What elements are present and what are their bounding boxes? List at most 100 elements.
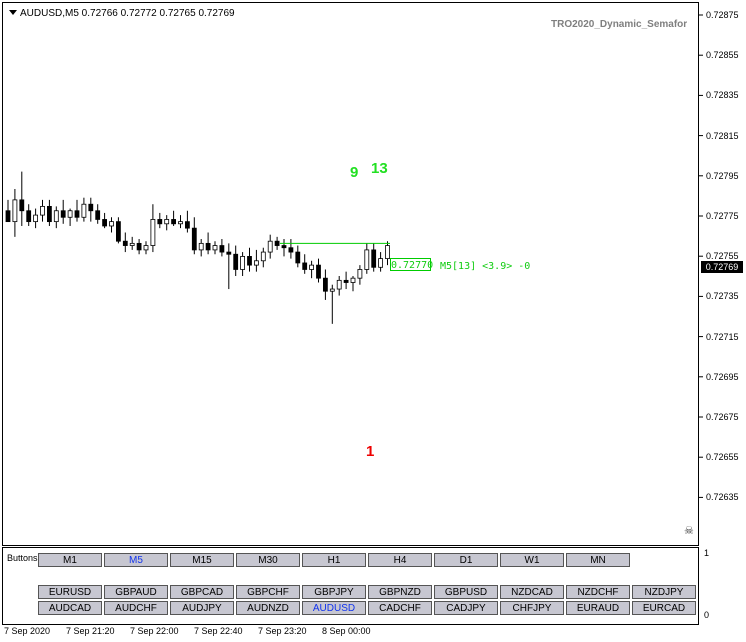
pair-button-eurusd[interactable]: EURUSD (38, 585, 102, 599)
candle (260, 247, 266, 268)
pair-button-nzdchf[interactable]: NZDCHF (566, 585, 630, 599)
candle (336, 276, 342, 296)
candle (74, 199, 80, 222)
pair-button-gbpaud[interactable]: GBPAUD (104, 585, 168, 599)
semafor-red-label-1: 1 (366, 443, 375, 460)
pair-button-gbpusd[interactable]: GBPUSD (434, 585, 498, 599)
candle (157, 212, 163, 229)
candle (5, 199, 11, 223)
candle (53, 206, 59, 229)
time-axis-label: 7 Sep 23:20 (258, 626, 307, 636)
candle (33, 208, 38, 229)
pair-button-nzdcad[interactable]: NZDCAD (500, 585, 564, 599)
semafor-green-label-9: 9 (350, 164, 359, 181)
candle (178, 215, 183, 229)
candle (385, 241, 390, 266)
pair-button-cadchf[interactable]: CADCHF (368, 601, 432, 615)
candle (129, 236, 135, 250)
timeframe-button-m1[interactable]: M1 (38, 553, 102, 567)
pair-button-audcad[interactable]: AUDCAD (38, 601, 102, 615)
candle (274, 236, 280, 250)
candle (253, 249, 259, 272)
pair-button-gbpnzd[interactable]: GBPNZD (368, 585, 432, 599)
price-axis-label: 0.72635 (706, 492, 739, 503)
skull-icon: ☠ (684, 525, 694, 537)
price-axis-label: 0.72655 (706, 452, 739, 463)
candle (295, 245, 301, 268)
candle (343, 271, 349, 290)
candle (212, 241, 218, 255)
subwindow-scale-min: 0 (704, 610, 710, 620)
candle (240, 252, 246, 276)
candle (109, 217, 114, 233)
candle (19, 171, 25, 226)
candle (136, 239, 142, 255)
candle (122, 232, 128, 253)
pair-button-gbpcad[interactable]: GBPCAD (170, 585, 234, 599)
candle (371, 243, 377, 272)
candle (302, 254, 308, 274)
timeframe-button-h1[interactable]: H1 (302, 553, 366, 567)
price-axis-label: 0.72695 (706, 371, 739, 382)
price-axis-label: 0.72775 (706, 211, 739, 221)
candle (81, 197, 87, 222)
candlestick-chart (5, 14, 703, 498)
pair-button-eurcad[interactable]: EURCAD (632, 601, 696, 615)
candle (288, 239, 294, 259)
candle (191, 217, 197, 255)
timeframe-button-m15[interactable]: M15 (170, 553, 234, 567)
timeframe-button-mn[interactable]: MN (566, 553, 630, 567)
pair-button-euraud[interactable]: EURAUD (566, 601, 630, 615)
candle (267, 234, 273, 259)
candle (150, 204, 156, 253)
candle (40, 199, 45, 222)
pair-button-nzdjpy[interactable]: NZDJPY (632, 585, 696, 599)
pair-button-chfjpy[interactable]: CHFJPY (500, 601, 564, 615)
timeframe-button-h4[interactable]: H4 (368, 553, 432, 567)
price-axis-label: 0.72755 (706, 251, 739, 262)
candle (95, 204, 101, 224)
pair-button-cadjpy[interactable]: CADJPY (434, 601, 498, 615)
candle (60, 199, 66, 224)
subwindow-scale-max: 1 (704, 548, 710, 558)
candle (378, 252, 384, 272)
pair-button-audnzd[interactable]: AUDNZD (236, 601, 300, 615)
pair-button-audusd[interactable]: AUDUSD (302, 601, 366, 615)
candle (350, 276, 356, 292)
candle (102, 212, 107, 229)
pair-button-gbpjpy[interactable]: GBPJPY (302, 585, 366, 599)
candle (164, 215, 170, 231)
timeframe-button-m30[interactable]: M30 (236, 553, 300, 567)
price-axis-label: 0.72675 (706, 412, 739, 422)
pair-button-audjpy[interactable]: AUDJPY (170, 601, 234, 615)
time-axis-label: 7 Sep 2020 (4, 626, 51, 636)
candle (247, 247, 252, 272)
price-axis-label: 0.72875 (706, 10, 739, 20)
timeframe-button-w1[interactable]: W1 (500, 553, 564, 567)
candle (226, 243, 232, 290)
candle (12, 189, 18, 237)
pair-button-audchf[interactable]: AUDCHF (104, 601, 168, 615)
price-axis-label: 0.72855 (706, 50, 739, 61)
candle (281, 239, 287, 257)
candle (47, 199, 52, 226)
time-axis-label: 7 Sep 22:00 (130, 626, 179, 636)
pair-button-gbpchf[interactable]: GBPCHF (236, 585, 300, 599)
price-axis-ticks (699, 14, 703, 498)
candle (116, 217, 121, 244)
candle (309, 260, 315, 279)
time-axis-label: 7 Sep 21:20 (66, 626, 115, 636)
candle (184, 210, 190, 233)
candle (233, 245, 239, 276)
price-axis-label: 0.72735 (706, 291, 739, 302)
candle (143, 241, 149, 255)
candle (198, 239, 204, 257)
buttons-label: Buttons (7, 553, 38, 563)
time-axis-label: 7 Sep 22:40 (194, 626, 243, 636)
price-axis-label: 0.72815 (706, 130, 739, 141)
timeframe-button-m5[interactable]: M5 (104, 553, 168, 567)
level-price-box: 0.72770 (390, 258, 434, 271)
candle (357, 265, 363, 285)
candle (205, 232, 211, 255)
timeframe-button-d1[interactable]: D1 (434, 553, 498, 567)
